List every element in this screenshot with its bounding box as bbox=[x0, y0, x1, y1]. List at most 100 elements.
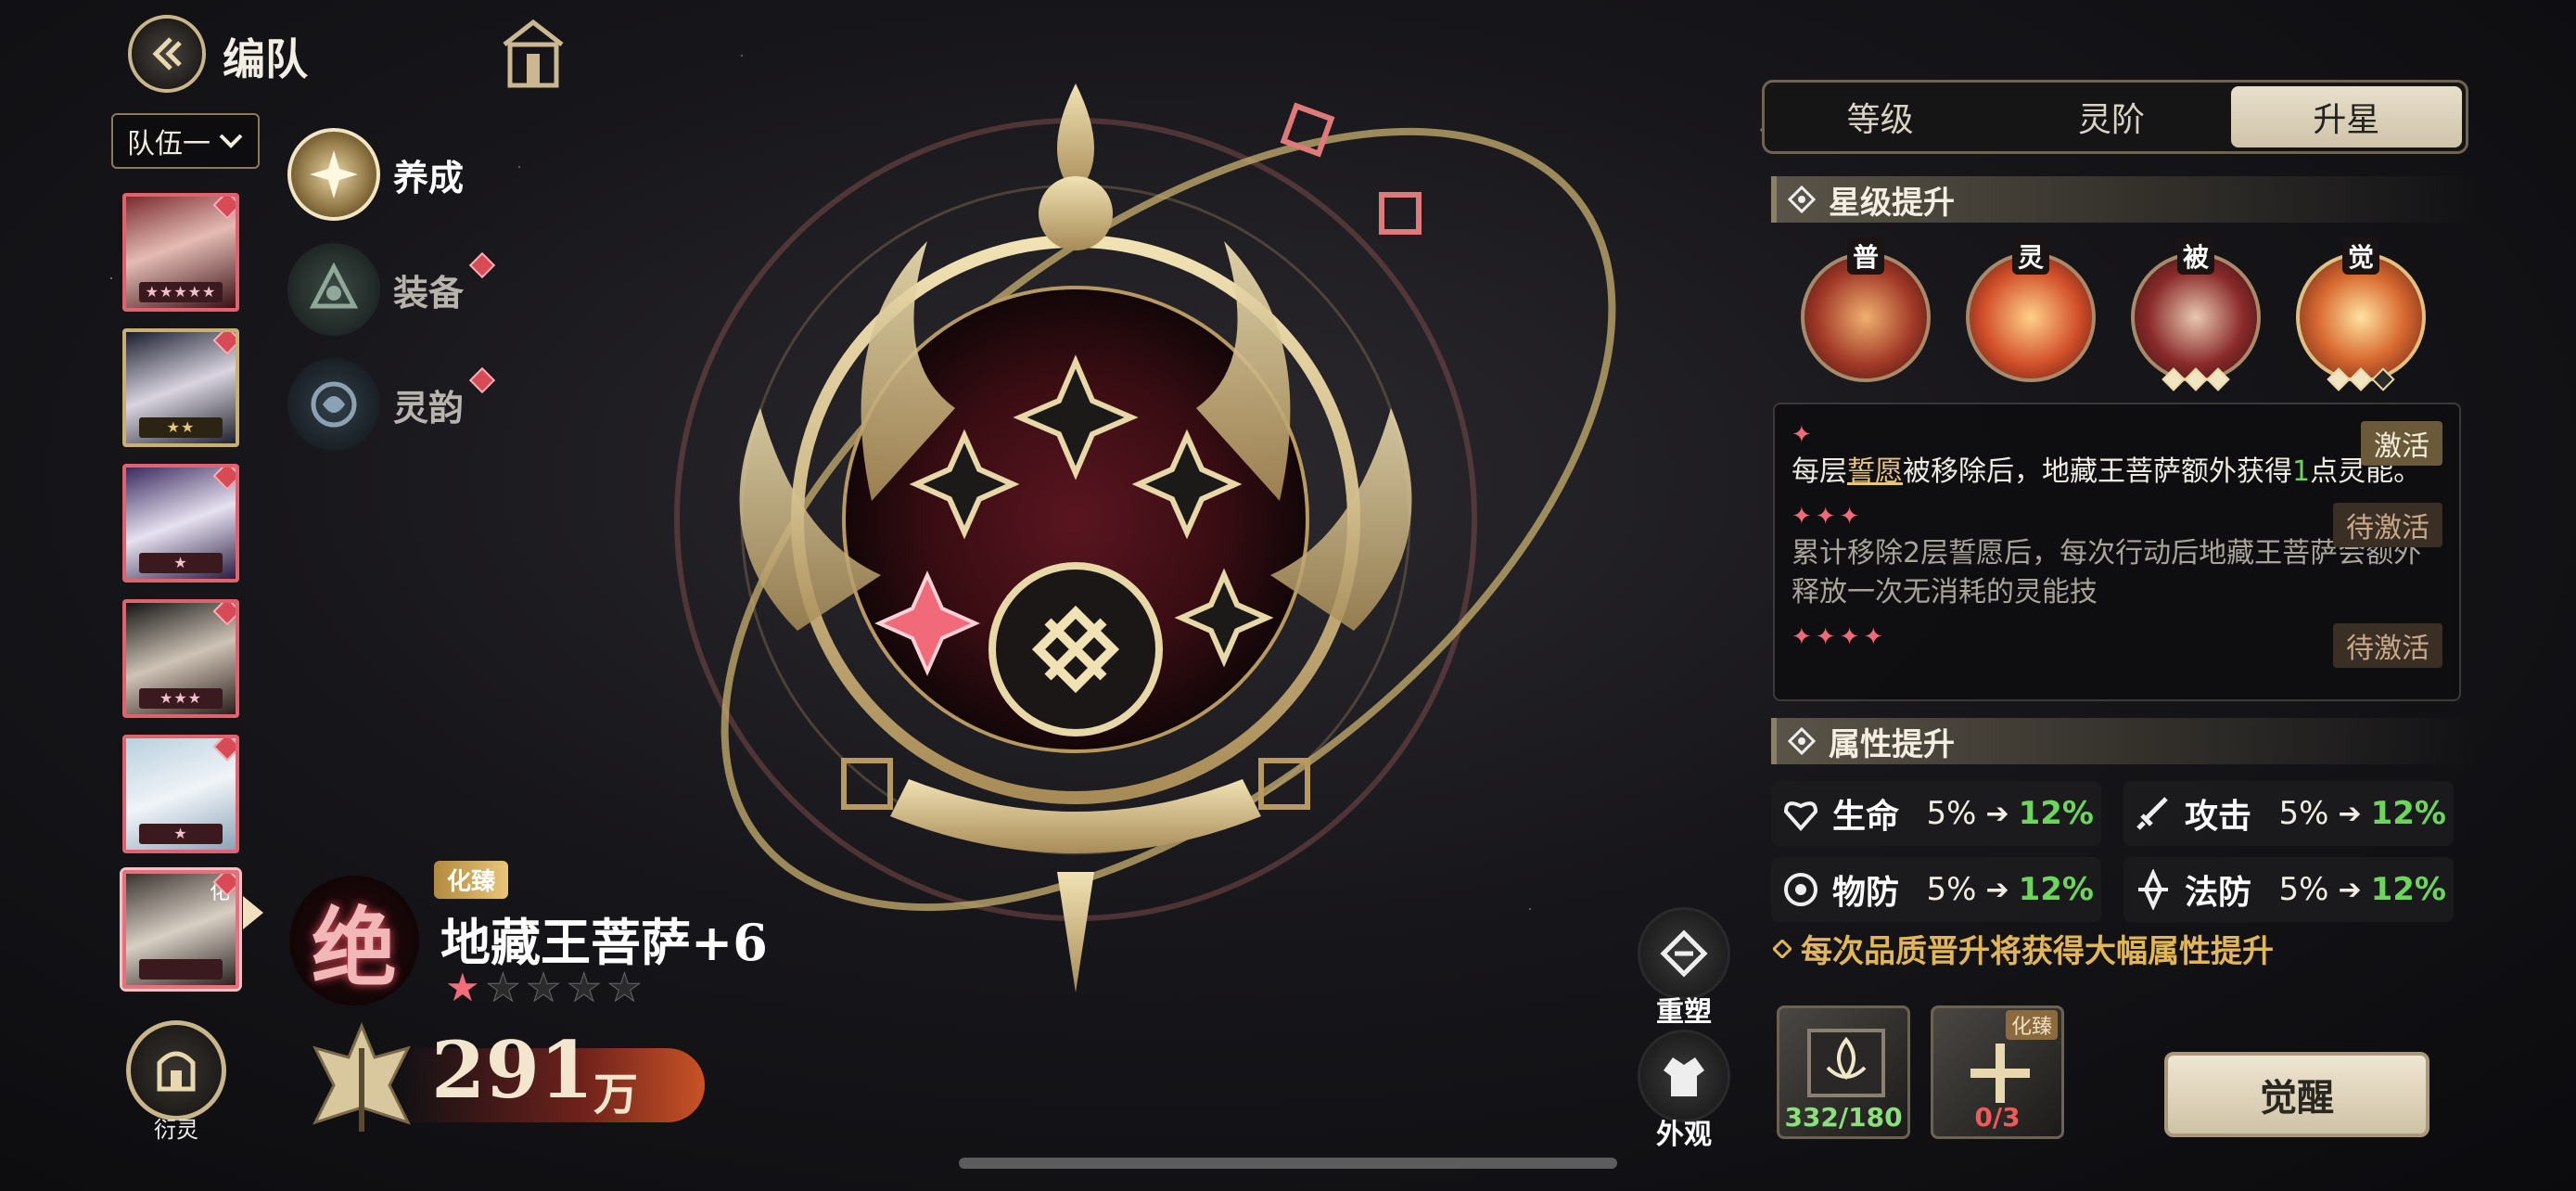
attr-from: 5% bbox=[1926, 871, 1977, 908]
yanling-button[interactable]: 衍灵 bbox=[121, 1020, 232, 1144]
section-title: 属性提升 bbox=[1829, 725, 1955, 763]
hero-stars-filled: ★ bbox=[445, 965, 486, 1010]
hero-tier-tag: 化臻 bbox=[434, 861, 509, 899]
crystal-icon bbox=[2131, 865, 2175, 914]
menu-cultivate[interactable]: 养成 bbox=[287, 128, 464, 221]
page-title: 编队 bbox=[223, 34, 308, 84]
material-item[interactable]: 332/180 bbox=[1777, 1005, 1910, 1139]
attr-physical-defense: 物防 5% ➔ 12% bbox=[1771, 857, 2101, 922]
hero-stars-empty: ★★★★ bbox=[485, 965, 648, 1011]
arrow-right-icon: ➔ bbox=[1985, 873, 2009, 906]
appearance-button[interactable]: 外观 bbox=[1636, 1030, 1732, 1152]
attr-name: 攻击 bbox=[2185, 798, 2252, 836]
skill-label: 被 bbox=[2176, 237, 2215, 275]
arrow-right-icon: ➔ bbox=[1985, 797, 2009, 830]
skill-label: 普 bbox=[1846, 237, 1885, 275]
attr-name: 物防 bbox=[1832, 874, 1900, 912]
keyword-link[interactable]: 誓愿 bbox=[1847, 455, 1903, 488]
cultivate-icon bbox=[287, 128, 380, 221]
card-stars bbox=[139, 959, 223, 980]
tab-bar: 等级 灵阶 升星 bbox=[1762, 80, 2468, 154]
skill-passive[interactable]: 被 bbox=[2131, 237, 2261, 391]
diamond-bullet-icon bbox=[1773, 939, 1792, 958]
material-tag: 化臻 bbox=[2005, 1010, 2058, 1040]
quality-note: 每次品质晋升将获得大幅属性提升 bbox=[1773, 926, 2274, 971]
attr-magic-defense: 法防 5% ➔ 12% bbox=[2123, 857, 2454, 922]
card-stars: ★ bbox=[139, 824, 223, 844]
star-effect-row: ✦ 激活 每层誓愿被移除后，地藏王菩萨额外获得1点灵能。 bbox=[1792, 421, 2442, 492]
red-dot-badge bbox=[468, 251, 496, 279]
arrow-right-icon: ➔ bbox=[2338, 797, 2362, 830]
skill-normal[interactable]: 普 bbox=[1801, 237, 1931, 382]
power-unit: 万 bbox=[593, 1069, 639, 1121]
reshape-icon bbox=[1638, 907, 1730, 1000]
hero-star-rating: ★★★★★ bbox=[445, 965, 648, 1011]
team-dropdown[interactable]: 队伍一 bbox=[111, 113, 260, 169]
roster-card[interactable]: ★ bbox=[122, 464, 239, 583]
roster-card[interactable]: ★★★ bbox=[122, 599, 239, 718]
skill-pips bbox=[2162, 367, 2230, 391]
lotus-cube-icon bbox=[1807, 1029, 1885, 1097]
star-effect-row: ✦✦✦✦ 待激活 bbox=[1792, 623, 2442, 668]
tab-star-up[interactable]: 升星 bbox=[2230, 86, 2462, 147]
menu-spirit[interactable]: 灵韵 bbox=[287, 358, 496, 451]
shield-flower-icon bbox=[1779, 865, 1823, 914]
diamond-ornament-icon bbox=[1788, 727, 1816, 755]
attr-to: 12% bbox=[2370, 871, 2446, 908]
tab-spirit-rank[interactable]: 灵阶 bbox=[1996, 83, 2226, 151]
skill-label: 灵 bbox=[2011, 237, 2050, 275]
heart-icon bbox=[1779, 789, 1823, 838]
star-description-list[interactable]: ✦ 激活 每层誓愿被移除后，地藏王菩萨额外获得1点灵能。 ✦✦✦ 待激活 累计移… bbox=[1773, 403, 2461, 701]
skill-spirit[interactable]: 灵 bbox=[1966, 237, 2096, 382]
effect-text: 每层誓愿被移除后，地藏王菩萨额外获得1点灵能。 bbox=[1792, 455, 2422, 488]
yanling-icon bbox=[126, 1020, 226, 1121]
attr-section-header: 属性提升 bbox=[1771, 718, 2476, 764]
attr-name: 生命 bbox=[1832, 798, 1900, 836]
card-stars: ★ bbox=[139, 553, 223, 573]
attr-to: 12% bbox=[2018, 871, 2094, 908]
tab-level[interactable]: 等级 bbox=[1765, 83, 1996, 151]
status-badge: 待激活 bbox=[2333, 623, 2442, 668]
attr-attack: 攻击 5% ➔ 12% bbox=[2123, 781, 2454, 846]
diamond-ornament-icon bbox=[1788, 186, 1816, 213]
attr-from: 5% bbox=[1926, 795, 1977, 832]
attr-to: 12% bbox=[2018, 795, 2094, 832]
home-indicator[interactable] bbox=[959, 1158, 1617, 1169]
star-effect-row: ✦✦✦ 待激活 累计移除2层誓愿后，每次行动后地藏王菩萨会额外释放一次无消耗的灵… bbox=[1792, 503, 2442, 612]
roster-card[interactable]: ★★ bbox=[122, 328, 239, 447]
selection-arrow bbox=[243, 896, 263, 929]
outfit-icon bbox=[1638, 1030, 1730, 1122]
hero-grade-badge: 绝 bbox=[289, 876, 419, 1005]
skill-pips bbox=[2327, 367, 2395, 391]
material-item[interactable]: 化臻 0/3 bbox=[1931, 1005, 2064, 1139]
back-button[interactable] bbox=[128, 15, 206, 93]
skill-awaken[interactable]: 觉 bbox=[2296, 237, 2426, 391]
quality-note-text: 每次品质晋升将获得大幅属性提升 bbox=[1801, 933, 2274, 970]
roster-card[interactable]: ★ bbox=[122, 735, 239, 853]
yanling-label: 衍灵 bbox=[154, 1117, 198, 1143]
gate-icon[interactable] bbox=[497, 17, 569, 91]
arrow-right-icon: ➔ bbox=[2338, 873, 2362, 906]
sword-icon bbox=[2131, 789, 2175, 838]
section-title: 星级提升 bbox=[1829, 184, 1955, 222]
reshape-label: 重塑 bbox=[1656, 996, 1712, 1029]
awaken-button[interactable]: 觉醒 bbox=[2164, 1052, 2429, 1137]
power-value: 291 bbox=[431, 1024, 594, 1116]
roster-card[interactable]: ★★★★★ bbox=[122, 193, 239, 312]
card-stars: ★★★★★ bbox=[139, 282, 223, 302]
chevron-down-icon bbox=[219, 134, 243, 148]
attr-from: 5% bbox=[2278, 871, 2329, 908]
star-section-header: 星级提升 bbox=[1771, 176, 2476, 223]
team-dropdown-label: 队伍一 bbox=[127, 128, 210, 160]
attr-name: 法防 bbox=[2185, 874, 2252, 912]
roster-card-selected[interactable]: 化 bbox=[122, 870, 239, 989]
material-count: 0/3 bbox=[1974, 1102, 2021, 1133]
double-chevron-left-icon bbox=[152, 37, 182, 70]
reshape-button[interactable]: 重塑 bbox=[1636, 907, 1732, 1030]
menu-label: 养成 bbox=[393, 157, 465, 198]
appearance-label: 外观 bbox=[1656, 1119, 1712, 1151]
menu-label: 灵韵 bbox=[393, 387, 465, 429]
plus-icon bbox=[1970, 1044, 2030, 1103]
equipment-icon bbox=[287, 243, 380, 336]
menu-equipment[interactable]: 装备 bbox=[287, 243, 496, 336]
